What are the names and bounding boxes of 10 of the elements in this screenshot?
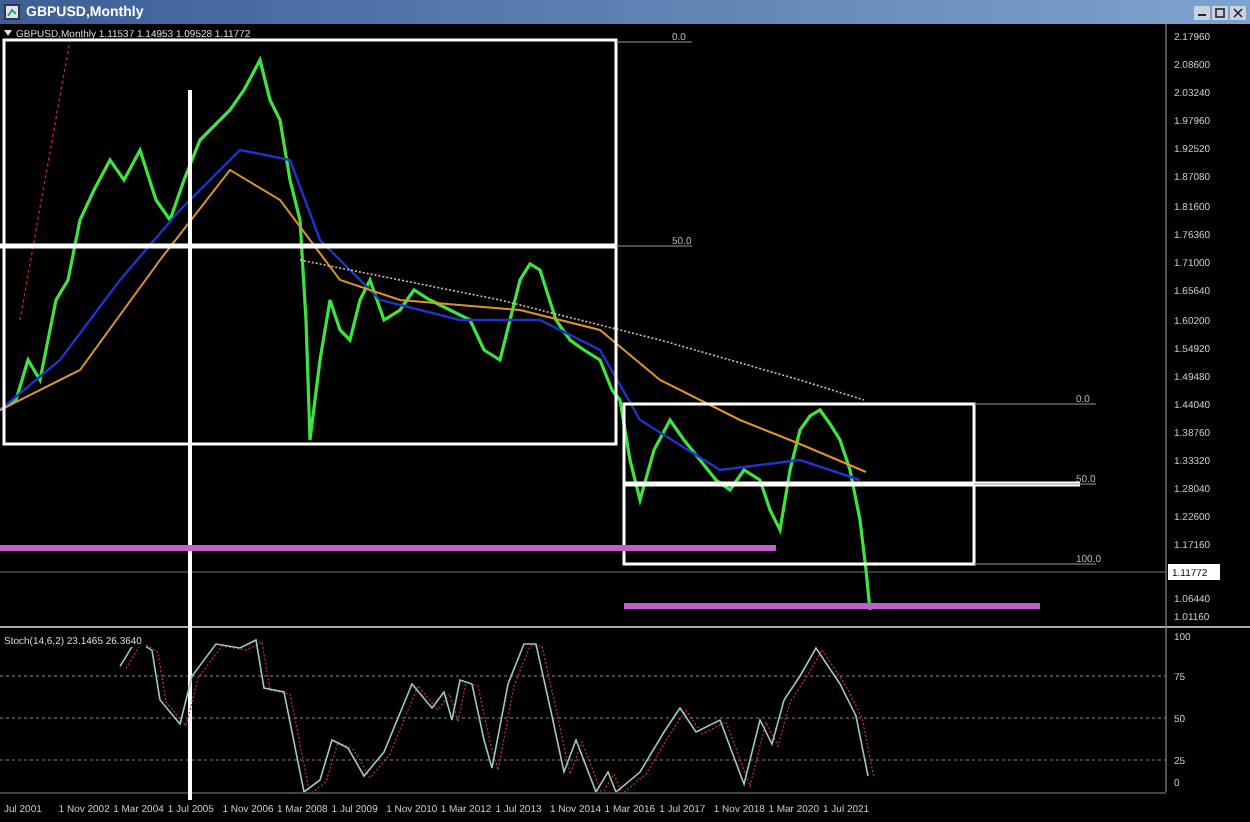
close-icon[interactable] bbox=[1230, 5, 1246, 19]
fibonacci-level-line bbox=[615, 41, 693, 43]
maximize-icon[interactable] bbox=[1212, 5, 1228, 19]
fibonacci-level-line bbox=[973, 403, 1097, 405]
fibonacci-level-line bbox=[973, 563, 1097, 565]
fibonacci-level-line bbox=[615, 245, 693, 247]
minimize-icon[interactable] bbox=[1194, 5, 1210, 19]
dropdown-triangle-icon bbox=[4, 30, 12, 36]
chart-window-icon bbox=[4, 4, 20, 20]
fibonacci-level-line bbox=[973, 483, 1097, 485]
